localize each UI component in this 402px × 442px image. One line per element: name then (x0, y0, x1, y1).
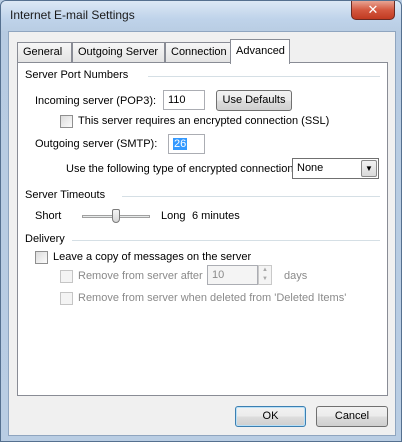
tab-general[interactable]: General (17, 42, 72, 63)
days-spinner[interactable]: ▲ ▼ (258, 265, 272, 285)
outgoing-port-value: 26 (173, 138, 188, 150)
encryption-type-label: Use the following type of encrypted conn… (66, 163, 297, 175)
timeouts-divider (122, 196, 380, 197)
delivery-heading: Delivery (25, 233, 65, 245)
incoming-port-input[interactable]: 110 (163, 90, 205, 110)
timeout-slider-thumb[interactable] (112, 209, 120, 223)
timeouts-heading: Server Timeouts (25, 189, 106, 201)
tab-outgoing-server[interactable]: Outgoing Server (72, 42, 165, 63)
days-label: days (284, 270, 308, 282)
tab-connection[interactable]: Connection (165, 42, 231, 63)
server-ports-divider (148, 76, 380, 77)
remove-deleted-checkbox[interactable] (60, 292, 73, 305)
server-ports-heading: Server Port Numbers (25, 69, 129, 81)
timeout-long-label: Long (161, 210, 186, 222)
delivery-divider (72, 240, 380, 241)
remove-after-label: Remove from server after (78, 270, 203, 282)
chevron-down-icon[interactable]: ▼ (361, 160, 377, 177)
leave-copy-label: Leave a copy of messages on the server (53, 251, 252, 263)
outgoing-port-input[interactable]: 26 (168, 134, 205, 154)
dialog-client: General Outgoing Server Connection Advan… (8, 31, 396, 436)
window-title: Internet E-mail Settings (10, 8, 135, 22)
ssl-checkbox[interactable] (60, 115, 73, 128)
encryption-type-value: None (297, 162, 324, 174)
incoming-server-label: Incoming server (POP3): (35, 95, 157, 107)
encryption-type-select[interactable]: None ▼ (292, 158, 379, 179)
timeout-short-label: Short (35, 210, 62, 222)
remove-after-checkbox[interactable] (60, 270, 73, 283)
ssl-label: This server requires an encrypted connec… (78, 115, 330, 127)
close-icon: ✕ (367, 2, 379, 17)
leave-copy-checkbox[interactable] (35, 251, 48, 264)
settings-window: Internet E-mail Settings ✕ General Outgo… (0, 0, 402, 442)
use-defaults-button[interactable]: Use Defaults (216, 90, 292, 111)
ok-button[interactable]: OK (235, 406, 306, 427)
close-button[interactable]: ✕ (351, 1, 395, 20)
remove-after-days-input[interactable]: 10 (207, 265, 258, 285)
remove-deleted-label: Remove from server when deleted from 'De… (78, 292, 347, 304)
tab-advanced[interactable]: Advanced (230, 39, 290, 64)
outgoing-server-label: Outgoing server (SMTP): (35, 138, 158, 150)
cancel-button[interactable]: Cancel (316, 406, 388, 427)
advanced-panel: Server Port Numbers Incoming server (POP… (17, 62, 388, 396)
spin-up-icon[interactable]: ▲ (259, 266, 271, 275)
title-bar[interactable]: Internet E-mail Settings ✕ (1, 1, 401, 31)
timeout-value: 6 minutes (192, 210, 240, 222)
spin-down-icon[interactable]: ▼ (259, 275, 271, 284)
